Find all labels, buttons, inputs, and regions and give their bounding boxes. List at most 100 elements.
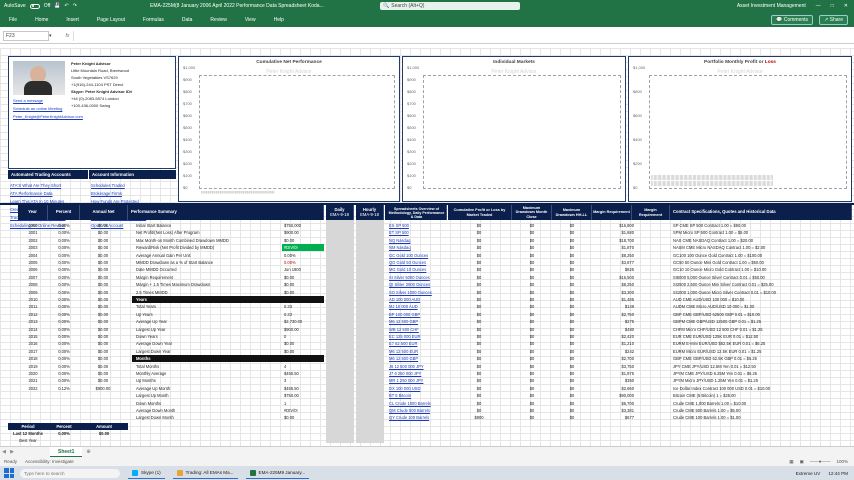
accessibility-status[interactable]: Accessibility: Investigate [25, 459, 74, 464]
cumulative-net-chart[interactable]: Cumulative Net Performance Peter Knight … [178, 56, 400, 202]
taskbar-app-skype[interactable]: Skype (1) [128, 467, 165, 479]
tab-formulas[interactable]: Formulas [134, 17, 173, 23]
minimize-icon[interactable]: — [816, 3, 821, 9]
market-link[interactable]: QY Crude 100 Barrels [387, 414, 445, 421]
market-link[interactable]: NQ Nasdaq [387, 237, 445, 244]
chevron-left-icon[interactable]: ◀ [0, 449, 8, 455]
table-row[interactable]: Largest Down Month $0.00 QY Crude 100 Barr… [0, 414, 854, 421]
market-link[interactable]: EC 125 000 EUR [387, 333, 445, 340]
market-link[interactable]: ET SP 500 [387, 229, 445, 236]
table-row[interactable]: 2009 0.00% $0.00 2.5 Times MMDD $0.00 SO Silv… [0, 289, 854, 296]
table-row[interactable]: 2013 0.00% $0.00 Average Up Year $2,730.00 M6… [0, 318, 854, 325]
weather-status[interactable]: Extreme UV [796, 471, 821, 476]
schedule-meeting-link[interactable]: Schedule an online Meeting [13, 106, 62, 111]
account-name[interactable]: Asset Investment Management [737, 3, 806, 9]
table-row[interactable]: Best Year [0, 437, 854, 444]
table-row[interactable]: 2001 0.00% $0.00 Net Profit/(Net Loss) Afte… [0, 229, 854, 236]
zoom-slider[interactable]: ——●—— [810, 459, 831, 465]
market-link[interactable]: MR 1 250 000 JPY [387, 377, 445, 384]
table-row[interactable]: 2014 0.00% $0.00 Largest Up Year $900.00 WB 1… [0, 326, 854, 333]
table-row[interactable]: 2011 0.00% $0.00 Total Years 0.33 MJ 10 000 A… [0, 303, 854, 310]
table-row[interactable]: Last 12 Months 0.00% $0.00 [0, 430, 854, 437]
market-link[interactable]: QO Gold 50 Ounces [387, 259, 445, 266]
market-link[interactable]: MJ 10 000 AUD [387, 303, 445, 310]
table-row[interactable]: 2012 0.00% $0.00 Up Years 0.33 BP 100 000 GBP… [0, 311, 854, 318]
table-row[interactable]: 2004 0.00% $0.00 Average Annual Gain Per Un… [0, 252, 854, 259]
table-row[interactable]: Largest Up Month $750.00 BT 5 Bitcoin $0 $0 $… [0, 392, 854, 399]
name-box[interactable]: F23 [3, 30, 49, 41]
tab-view[interactable]: View [236, 17, 265, 23]
table-row[interactable]: Down Months 1 CL Crude 1000 Barrels $0 $0 $0 $… [0, 400, 854, 407]
autosave-toggle[interactable] [29, 3, 40, 9]
table-row[interactable]: 2000 0.00% $0.00 Initial Start Balance $750,… [0, 222, 854, 229]
taskbar-app-excel[interactable]: EMA-225M9 January... [245, 467, 310, 479]
table-row[interactable]: 2016 0.00% $0.00 Average Down Year $0.00 E7 6… [0, 340, 854, 347]
normal-view-icon[interactable]: ▦ [789, 459, 793, 465]
maximize-icon[interactable]: □ [831, 3, 834, 9]
market-link[interactable]: M6 12 500 GBP [387, 318, 445, 325]
add-sheet-icon[interactable]: ⊕ [86, 449, 90, 455]
market-link[interactable]: J7 6 250 000 JPY [387, 370, 445, 377]
market-link[interactable]: AD 100 000 AUD [387, 296, 445, 303]
worksheet[interactable]: Peter Knight Advisor Little Mountain Roa… [0, 48, 854, 454]
market-link[interactable]: E7 62 500 EUR [387, 340, 445, 347]
market-link[interactable]: DX 100 000 USD [387, 385, 445, 392]
undo-icon[interactable]: ↶ [65, 3, 69, 9]
formula-input[interactable] [73, 30, 854, 41]
market-link[interactable]: MG Gold 10 Ounces [387, 266, 445, 273]
fx-icon[interactable]: fx [66, 33, 70, 39]
table-row[interactable]: 2002 0.00% $0.00 Max Month-on Month Combine… [0, 237, 854, 244]
tab-insert[interactable]: Insert [57, 17, 88, 23]
market-link[interactable]: QM Crude 500 Barrels [387, 407, 445, 414]
market-link[interactable]: SO Silver 1000 Ounces [387, 289, 445, 296]
market-link[interactable]: M6 12 500 GBP [387, 355, 445, 362]
table-row[interactable]: 2018 0.00% $0.00 Months M6 12 500 GBP $0 $0 $0 $… [0, 355, 854, 363]
search-box[interactable]: 🔍 Search (Alt+Q) [380, 2, 520, 10]
tab-help[interactable]: Help [265, 17, 293, 23]
market-link[interactable]: NM Nasdaq [387, 244, 445, 251]
page-layout-icon[interactable]: ▣ [800, 459, 804, 465]
table-row[interactable]: 2017 0.00% $0.00 Largest Down Year $0.00 M6 1… [0, 348, 854, 355]
market-link[interactable]: GC Gold 100 Ounces [387, 252, 445, 259]
table-row[interactable]: 2010 0.00% $0.00 Years AD 100 000 AUD $0 $0 $0 $… [0, 296, 854, 303]
market-link[interactable]: M6 12 500 EUR [387, 348, 445, 355]
redo-icon[interactable]: ↷ [73, 3, 77, 9]
table-row[interactable]: 2005 0.00% $0.00 MMDD Drawdown as a % of St… [0, 259, 854, 266]
comments-button[interactable]: 💬 Comments [771, 14, 814, 25]
market-link[interactable]: CL Crude 1000 Barrels [387, 400, 445, 407]
link-atas-what[interactable]: ATA'S What Are They Short [10, 183, 61, 188]
zoom-level[interactable]: 100% [836, 459, 848, 465]
table-row[interactable]: 2006 0.00% $0.00 Date MMDD Occurred Jun 1900… [0, 266, 854, 273]
monthly-pl-chart[interactable]: Portfolio Monthly Profit or Loss Peter K… [628, 56, 852, 202]
table-row[interactable]: 2003 0.00% $0.00 Reward/Risk (Net Profit Di… [0, 244, 854, 252]
individual-markets-chart[interactable]: Individual Markets Peter Knight Advisor … [402, 56, 626, 202]
sheet-tab[interactable]: Sheet1 [50, 446, 83, 458]
table-row[interactable]: 2007 0.00% $0.00 Margin Requirement $0.00 SI … [0, 274, 854, 281]
send-message-link[interactable]: Send a message [13, 98, 43, 103]
tab-data[interactable]: Data [173, 17, 202, 23]
tab-page-layout[interactable]: Page Layout [88, 17, 134, 23]
taskbar-search[interactable]: Type here to search [20, 468, 120, 478]
link-schedules-traded[interactable]: Schedules Traded [91, 183, 125, 188]
tab-home[interactable]: Home [26, 17, 57, 23]
tab-file[interactable]: File [0, 17, 26, 23]
tab-review[interactable]: Review [201, 17, 235, 23]
link-brokerage-firms[interactable]: Brokerage Firms [91, 191, 122, 196]
clock[interactable]: 12:44 PM [828, 471, 848, 476]
save-icon[interactable]: 💾 [54, 3, 60, 9]
table-row[interactable]: 2008 0.00% $0.00 Margin + 1.5 Times Maximum… [0, 281, 854, 288]
table-row[interactable]: Average Down Month #DIV/0! QM Crude 500 Ba… [0, 407, 854, 414]
table-row[interactable]: 2015 0.00% $0.00 Down Years 0 EC 125 000 EUR $… [0, 333, 854, 340]
table-row[interactable]: 2020 0.00% $0.00 Monthly Average $455.50 J7 6… [0, 370, 854, 377]
table-row[interactable]: 2019 0.00% $0.00 Total Months 4 J6 12 500 000… [0, 363, 854, 370]
market-link[interactable]: SI Silver 5000 Ounces [387, 274, 445, 281]
market-link[interactable]: BT 5 Bitcoin [387, 392, 445, 399]
windows-start-icon[interactable] [4, 468, 14, 478]
email-link[interactable]: Peter_Knight@PeterKnightAdvisor.com [13, 114, 83, 119]
link-ata-performance[interactable]: ATA Performance Data [10, 191, 52, 196]
taskbar-app-trading[interactable]: Trading: All EMAs Ma... [172, 467, 238, 479]
chevron-right-icon[interactable]: ▶ [8, 449, 16, 455]
market-link[interactable]: WB 12 500 CHF [387, 326, 445, 333]
table-row[interactable]: 2021 0.00% $0.00 Up Months 3 MR 1 250 000 JPY… [0, 377, 854, 384]
market-link[interactable]: BP 100 000 GBP [387, 311, 445, 318]
